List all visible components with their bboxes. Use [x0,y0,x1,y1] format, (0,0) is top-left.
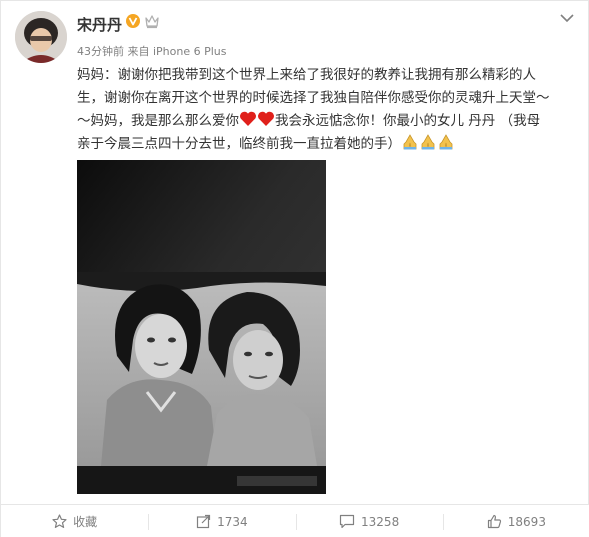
crown-icon[interactable] [144,14,160,29]
praying-hands-icon [439,134,453,150]
action-bar: 收藏 1734 13258 18693 [1,504,589,537]
heart-icon [258,111,274,126]
post-text-line-3b: 我会永远惦念你！你最小的女儿 丹丹 （我母 [275,113,541,129]
favorite-button[interactable]: 收藏 [1,505,148,537]
post-text: 妈妈：谢谢你把我带到这个世界上来给了我很好的教养让我拥有那么精彩的人 生，谢谢你… [77,64,577,156]
comment-icon [339,514,355,529]
comment-button[interactable]: 13258 [295,505,443,537]
praying-hands-icon [403,134,417,150]
post-photo[interactable] [77,160,326,494]
comment-count: 13258 [361,514,400,529]
weibo-post-card: 宋丹丹 43分钟前 来自 iPhone 6 Plus 妈妈：谢谢你把我带到这个世… [0,0,589,537]
repost-count: 1734 [217,514,248,529]
share-icon [196,514,211,529]
avatar[interactable] [15,11,67,63]
thumbs-up-icon [487,514,501,529]
chevron-down-icon[interactable] [560,13,574,23]
post-meta[interactable]: 43分钟前 来自 iPhone 6 Plus [77,43,227,59]
praying-hands-icon [421,134,435,150]
post-text-line-3a: ～妈妈，我是那么那么爱你 [77,113,239,129]
like-button[interactable]: 18693 [442,505,589,537]
verified-icon [126,14,140,28]
username[interactable]: 宋丹丹 [77,14,122,35]
star-icon [52,514,67,528]
repost-button[interactable]: 1734 [148,505,295,537]
post-text-line-1: 妈妈：谢谢你把我带到这个世界上来给了我很好的教养让我拥有那么精彩的人 [77,67,536,83]
like-count: 18693 [507,514,546,529]
post-text-line-2: 生，谢谢你在离开这个世界的时候选择了我独自陪伴你感受你的灵魂升上天堂～ [77,90,550,106]
favorite-label: 收藏 [73,515,98,529]
post-text-line-4: 亲于今晨三点四十分去世，临终前我一直拉着她的手） [77,136,401,152]
heart-icon [240,111,256,126]
